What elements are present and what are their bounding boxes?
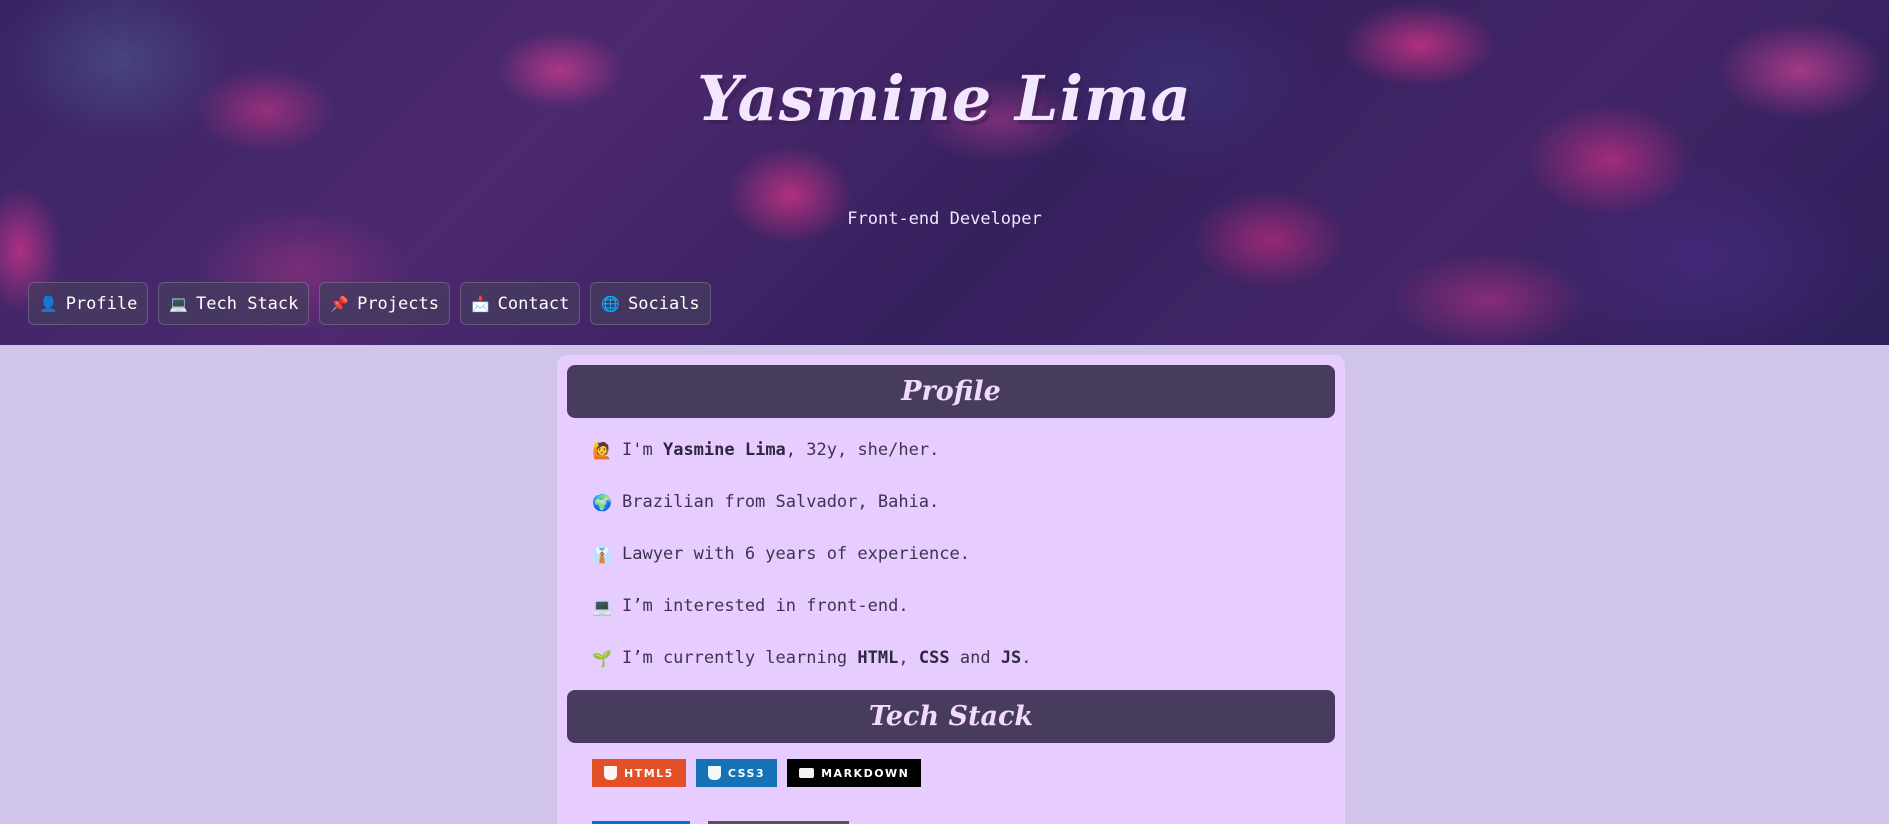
earth-icon: 🌍 (592, 492, 612, 512)
profile-text: I'm (622, 440, 653, 460)
hero-title: Yasmine Lima (697, 62, 1192, 135)
profile-line-interest: 💻 I’m interested in front-end. (592, 580, 1310, 632)
badge-label: MARKDOWN (821, 766, 910, 780)
envelope-icon: 📩 (470, 294, 490, 313)
necktie-icon: 👔 (592, 544, 612, 564)
nav-socials-label: Socials (628, 293, 700, 314)
badge-css3: CSS3 (695, 759, 778, 787)
profile-line-name: 🙋 I'm Yasmine Lima, 32y, she/her. (592, 424, 1310, 476)
raising-hand-icon: 🙋 (592, 440, 612, 460)
badge-label: CSS3 (727, 766, 766, 780)
profile-text: , (898, 648, 909, 668)
skill-css-bold: CSS (918, 648, 950, 668)
nav-contact-label: Contact (497, 293, 570, 314)
nav-tech-stack-button[interactable]: 💻 Tech Stack (158, 282, 310, 325)
hero-subtitle: Front-end Developer (847, 209, 1042, 229)
top-nav: 👤 Profile 💻 Tech Stack 📌 Projects 📩 Cont… (28, 282, 711, 325)
person-icon: 👤 (39, 294, 58, 313)
nav-tech-stack-label: Tech Stack (196, 293, 299, 314)
profile-text: Lawyer with 6 years of experience. (622, 544, 970, 564)
globe-icon: 🌐 (601, 294, 620, 313)
profile-section-header: Profile (567, 365, 1335, 418)
main-card: Profile 🙋 I'm Yasmine Lima, 32y, she/her… (557, 355, 1345, 824)
nav-projects-button[interactable]: 📌 Projects (319, 282, 450, 325)
html5-icon (604, 766, 617, 780)
profile-text: and (959, 648, 991, 668)
markdown-icon (799, 768, 815, 778)
profile-line-origin: 🌍 Brazilian from Salvador, Bahia. (592, 476, 1310, 528)
skill-js-bold: JS (1000, 648, 1022, 668)
nav-contact-button[interactable]: 📩 Contact (459, 282, 581, 325)
css3-icon (707, 766, 721, 780)
pushpin-icon: 📌 (330, 294, 350, 313)
badge-label: HTML5 (624, 766, 674, 780)
nav-profile-label: Profile (65, 293, 138, 314)
profile-line-job: 👔 Lawyer with 6 years of experience. (592, 528, 1310, 580)
seedling-icon: 🌱 (592, 648, 612, 668)
tech-badges: HTML5 CSS3 MARKDOWN (567, 743, 1335, 787)
profile-text: , 32y, she/her. (785, 440, 940, 460)
profile-text: . (1021, 648, 1032, 668)
profile-line-learning: 🌱 I’m currently learning HTML, CSS and J… (592, 632, 1310, 684)
nav-projects-label: Projects (357, 293, 439, 314)
nav-profile-button[interactable]: 👤 Profile (28, 282, 149, 325)
profile-list: 🙋 I'm Yasmine Lima, 32y, she/her. 🌍 Braz… (567, 418, 1335, 684)
badge-html5: HTML5 (592, 759, 686, 787)
laptop-icon: 💻 (169, 294, 189, 313)
laptop-icon: 💻 (592, 596, 612, 616)
badge-markdown: MARKDOWN (787, 759, 922, 787)
tech-badges-row2 (567, 787, 1335, 824)
skill-html-bold: HTML (857, 648, 899, 668)
profile-name-bold: Yasmine Lima (662, 440, 786, 460)
profile-text: Brazilian from Salvador, Bahia. (622, 492, 940, 512)
hero-banner: Yasmine Lima Front-end Developer 👤 Profi… (0, 0, 1889, 345)
nav-socials-button[interactable]: 🌐 Socials (590, 282, 711, 325)
profile-text: I’m currently learning (622, 648, 848, 668)
tech-stack-section-header: Tech Stack (567, 690, 1335, 743)
profile-text: I’m interested in front-end. (622, 596, 909, 616)
